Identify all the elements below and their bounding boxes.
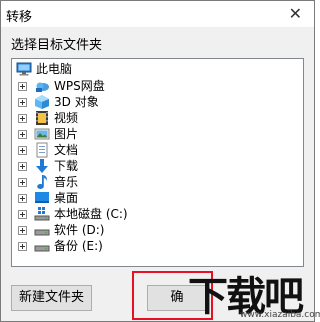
pictures-icon xyxy=(34,128,50,140)
title-bar: 转移 ✕ xyxy=(1,1,314,27)
close-icon[interactable]: ✕ xyxy=(289,4,302,23)
documents-icon xyxy=(36,142,48,158)
expand-icon[interactable] xyxy=(18,178,27,187)
folder-tree[interactable]: 此电脑 WPS网盘 3D 对象 视频 图片 文档 下载 音乐 桌面 本地磁盘 (… xyxy=(11,58,304,267)
windows-drive-icon xyxy=(34,207,50,221)
expand-icon[interactable] xyxy=(18,130,27,139)
expand-icon[interactable] xyxy=(18,194,27,203)
3d-objects-icon xyxy=(35,95,49,109)
expand-icon[interactable] xyxy=(18,82,27,91)
video-icon xyxy=(36,111,48,125)
watermark-logo: 下载吧 www.xiazaiba.com xyxy=(180,262,320,322)
desktop-icon xyxy=(35,192,49,203)
music-icon xyxy=(37,175,47,189)
computer-icon xyxy=(16,62,32,76)
dialog-title: 转移 xyxy=(6,10,33,25)
tree-root-label: 此电脑 xyxy=(36,62,73,76)
drive-icon xyxy=(34,229,50,236)
expand-icon[interactable] xyxy=(18,98,27,107)
expand-icon[interactable] xyxy=(18,146,27,155)
watermark-url: www.xiazaiba.com xyxy=(240,310,320,320)
cloud-icon xyxy=(36,82,49,92)
folder-prompt: 选择目标文件夹 xyxy=(11,38,103,53)
downloads-icon xyxy=(36,159,48,173)
new-folder-button[interactable]: 新建文件夹 xyxy=(11,285,92,311)
expand-icon[interactable] xyxy=(18,242,27,251)
expand-icon[interactable] xyxy=(18,226,27,235)
expand-icon[interactable] xyxy=(18,210,27,219)
expand-icon[interactable] xyxy=(18,162,27,171)
expand-icon[interactable] xyxy=(18,114,27,123)
drive-icon xyxy=(34,245,50,252)
